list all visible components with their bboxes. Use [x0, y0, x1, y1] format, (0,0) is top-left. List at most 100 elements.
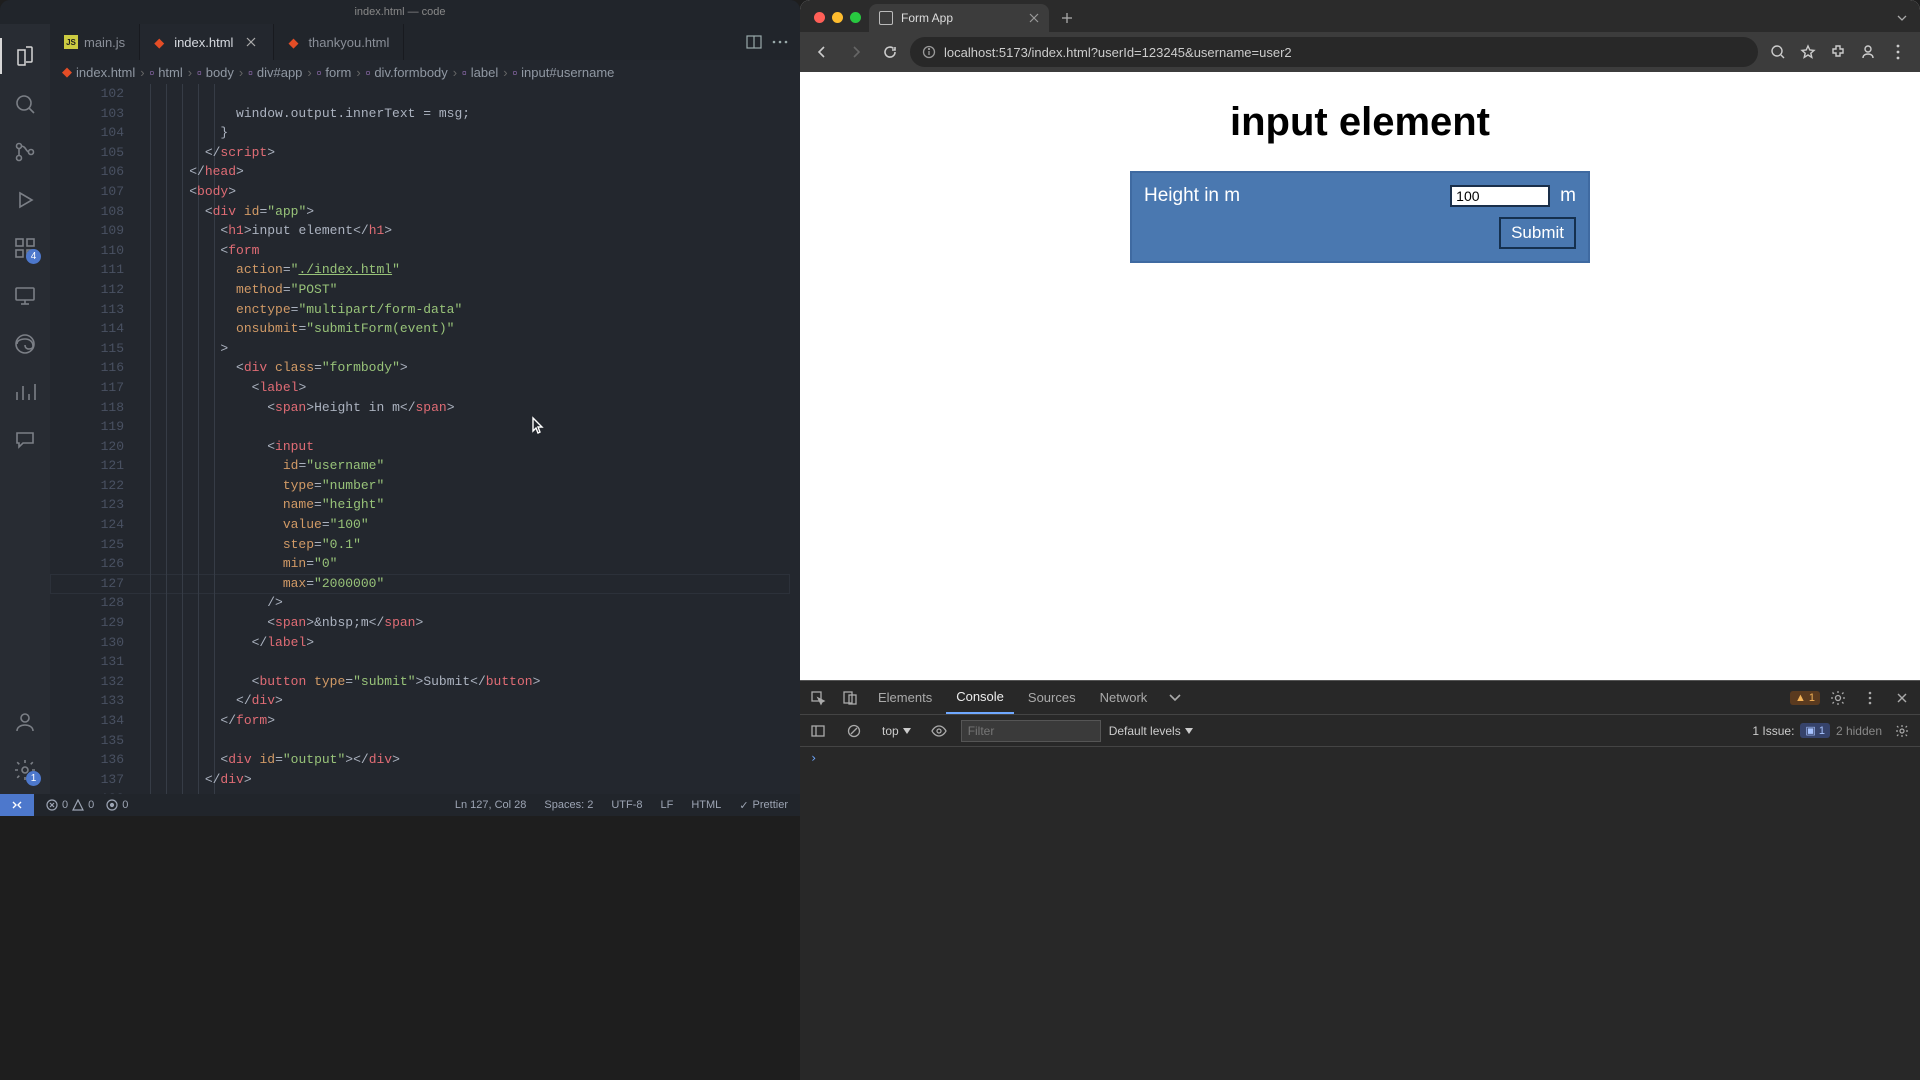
height-input[interactable]	[1450, 185, 1550, 207]
context-selector[interactable]: top	[876, 722, 917, 740]
site-info-icon[interactable]	[922, 45, 936, 59]
form-box: Height in m m Submit	[1130, 171, 1590, 263]
device-toggle-icon[interactable]	[836, 684, 864, 712]
back-button[interactable]	[808, 38, 836, 66]
code-editor[interactable]: 1021031041051061071081091101111121131141…	[50, 84, 800, 794]
activity-debug[interactable]	[11, 186, 39, 214]
clear-console-icon[interactable]	[840, 717, 868, 745]
close-tab-icon[interactable]	[1029, 13, 1039, 23]
eol[interactable]: LF	[661, 799, 674, 812]
submit-button[interactable]: Submit	[1499, 217, 1576, 249]
forward-button[interactable]	[842, 38, 870, 66]
traffic-lights	[814, 12, 861, 23]
page-viewport: input element Height in m m Submit	[800, 72, 1920, 680]
activity-edge[interactable]	[11, 330, 39, 358]
activity-remote-explorer[interactable]	[11, 282, 39, 310]
tab-main-js[interactable]: JS main.js	[50, 24, 140, 60]
vscode-window: index.html — code 4	[0, 0, 800, 816]
tab-thankyou-html[interactable]: ◆ thankyou.html	[274, 24, 404, 60]
tab-close[interactable]	[243, 34, 259, 50]
devtools-close-icon[interactable]	[1888, 684, 1916, 712]
activity-extensions[interactable]: 4	[11, 234, 39, 262]
minimize-button[interactable]	[832, 12, 843, 23]
live-expression-icon[interactable]	[925, 717, 953, 745]
split-editor-icon[interactable]	[746, 34, 762, 50]
warnings-badge[interactable]: ▲1	[1790, 691, 1820, 705]
tab-network[interactable]: Network	[1090, 681, 1158, 714]
prettier-status[interactable]: ✓ Prettier	[739, 799, 788, 812]
page-favicon-icon	[879, 11, 893, 25]
height-label: Height in m	[1144, 185, 1440, 207]
address-bar[interactable]: localhost:5173/index.html?userId=123245&…	[910, 37, 1758, 67]
language-mode[interactable]: HTML	[691, 799, 721, 812]
devtools-tabs: Elements Console Sources Network ▲1	[800, 681, 1920, 715]
indentation[interactable]: Spaces: 2	[544, 799, 593, 812]
editor-tabs: JS main.js ◆ index.html ◆ thankyou.html	[50, 24, 800, 60]
html-file-icon: ◆	[154, 35, 168, 49]
activity-comment[interactable]	[11, 426, 39, 454]
chrome-menu-icon[interactable]	[1884, 38, 1912, 66]
tab-label: thankyou.html	[308, 35, 389, 50]
console-filter[interactable]	[961, 720, 1101, 742]
devtools: Elements Console Sources Network ▲1 top …	[800, 680, 1920, 1080]
tab-sources[interactable]: Sources	[1018, 681, 1086, 714]
tab-index-html[interactable]: ◆ index.html	[140, 24, 274, 60]
reload-button[interactable]	[876, 38, 904, 66]
cursor-position[interactable]: Ln 127, Col 28	[455, 799, 527, 812]
log-levels[interactable]: Default levels	[1109, 724, 1193, 738]
console-sidebar-toggle-icon[interactable]	[804, 717, 832, 745]
window-title: index.html — code	[354, 6, 445, 18]
line-numbers: 1021031041051061071081091101111121131141…	[50, 84, 150, 794]
settings-badge: 1	[26, 771, 41, 786]
devtools-settings-icon[interactable]	[1824, 684, 1852, 712]
new-tab-button[interactable]	[1055, 6, 1079, 30]
code-content: window.output.innerText = msg; } </scrip…	[158, 84, 800, 794]
zoom-icon[interactable]	[1764, 38, 1792, 66]
bookmark-icon[interactable]	[1794, 38, 1822, 66]
tab-console[interactable]: Console	[946, 681, 1014, 714]
browser-tab[interactable]: Form App	[869, 4, 1049, 32]
activity-explorer[interactable]	[11, 42, 39, 70]
issues-count[interactable]: ▣ 1	[1800, 723, 1830, 738]
more-actions-icon[interactable]	[772, 40, 788, 44]
url-text: localhost:5173/index.html?userId=123245&…	[944, 45, 1292, 60]
inspect-element-icon[interactable]	[804, 684, 832, 712]
maximize-button[interactable]	[850, 12, 861, 23]
hidden-count[interactable]: 2 hidden	[1836, 724, 1882, 738]
unit-label: m	[1560, 185, 1576, 207]
problems[interactable]: 0 0	[46, 799, 94, 811]
devtools-menu-icon[interactable]	[1856, 684, 1884, 712]
expand-tabs-button[interactable]	[1890, 8, 1914, 28]
breadcrumb[interactable]: ◆index.html› ▫html› ▫body› ▫div#app› ▫fo…	[50, 60, 800, 84]
chrome-tabstrip: Form App	[800, 0, 1920, 32]
chrome-window: Form App localhost:5173/index.html?userI…	[800, 0, 1920, 1080]
tab-label: index.html	[174, 35, 233, 50]
more-tabs-icon[interactable]	[1161, 684, 1189, 712]
statusbar: 0 0 0 Ln 127, Col 28 Spaces: 2 UTF-8 LF …	[0, 794, 800, 816]
chrome-toolbar: localhost:5173/index.html?userId=123245&…	[800, 32, 1920, 72]
tab-label: main.js	[84, 35, 125, 50]
extensions-icon[interactable]	[1824, 38, 1852, 66]
close-window-button[interactable]	[814, 12, 825, 23]
remote-button[interactable]	[0, 794, 34, 816]
console-body[interactable]: ›	[800, 747, 1920, 1080]
js-file-icon: JS	[64, 35, 78, 49]
html-file-icon: ◆	[288, 35, 302, 49]
extensions-badge: 4	[26, 249, 41, 264]
profile-icon[interactable]	[1854, 38, 1882, 66]
console-settings-icon[interactable]	[1888, 717, 1916, 745]
activity-scm[interactable]	[11, 138, 39, 166]
activitybar: 4 1	[0, 24, 50, 794]
tab-title: Form App	[901, 11, 953, 25]
activity-graph[interactable]	[11, 378, 39, 406]
activity-account[interactable]	[11, 708, 39, 736]
console-toolbar: top Default levels 1 Issue: ▣ 1 2 hidden	[800, 715, 1920, 747]
page-heading: input element	[1230, 100, 1490, 145]
activity-search[interactable]	[11, 90, 39, 118]
encoding[interactable]: UTF-8	[611, 799, 642, 812]
issues-label[interactable]: 1 Issue:	[1752, 724, 1794, 738]
vscode-titlebar: index.html — code	[0, 0, 800, 24]
activity-settings[interactable]: 1	[11, 756, 39, 784]
tab-elements[interactable]: Elements	[868, 681, 942, 714]
ports[interactable]: 0	[106, 799, 128, 811]
